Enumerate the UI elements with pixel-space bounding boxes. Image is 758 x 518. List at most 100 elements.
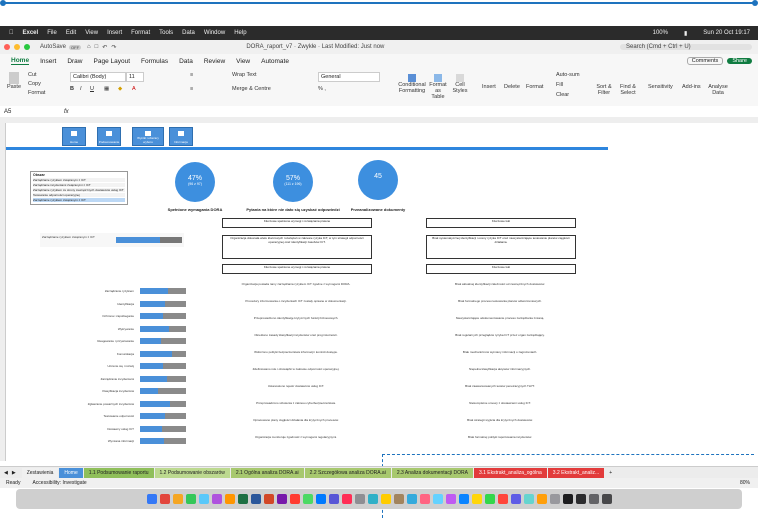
dock-app-icon[interactable] [562, 494, 573, 504]
cell-styles-button[interactable]: Cell Styles [450, 74, 470, 94]
zoom-level[interactable]: 80% [740, 480, 750, 486]
format-cells-button[interactable]: Format [526, 84, 543, 90]
dock-app-icon[interactable] [237, 494, 248, 504]
dock-app-icon[interactable] [601, 494, 612, 504]
tab-formulas[interactable]: Formulas [141, 58, 168, 65]
cut-button[interactable]: Cut [28, 72, 37, 78]
menu-window[interactable]: Window [204, 30, 225, 36]
italic-button[interactable]: I [80, 86, 82, 92]
dock-app-icon[interactable] [315, 494, 326, 504]
font-name-select[interactable]: Calibri (Body) [70, 72, 126, 82]
dock-app-icon[interactable] [276, 494, 287, 504]
dock-app-icon[interactable] [159, 494, 170, 504]
autosave-toggle[interactable]: OFF [69, 44, 82, 50]
autosum-button[interactable]: Auto-sum [556, 72, 580, 78]
fill-color-icon[interactable]: ◆ [118, 86, 122, 92]
percent-icon[interactable]: % , [318, 86, 326, 92]
comments-button[interactable]: Comments [686, 57, 724, 65]
tab-draw[interactable]: Draw [67, 58, 82, 65]
nav-button-summary[interactable]: Podsumowanie [97, 127, 121, 146]
dock-app-icon[interactable] [445, 494, 456, 504]
menu-help[interactable]: Help [234, 30, 246, 36]
wrap-text-button[interactable]: Wrap Text [232, 72, 257, 78]
sheet-tab[interactable]: Home [59, 468, 83, 478]
fx-icon[interactable]: fx [64, 109, 69, 115]
nav-button-results[interactable]: Wyniki i obszary wyboru [132, 127, 164, 146]
dock-app-icon[interactable] [536, 494, 547, 504]
addins-button[interactable]: Add-ins [682, 84, 701, 90]
dock-app-icon[interactable] [458, 494, 469, 504]
menu-data[interactable]: Data [182, 30, 195, 36]
dock-app-icon[interactable] [250, 494, 261, 504]
slicer-item[interactable]: Zarządzanie ryzykiem związanym z ICT [33, 198, 125, 203]
dock-app-icon[interactable] [549, 494, 560, 504]
apple-icon[interactable]:  [9, 30, 14, 36]
sheet-tab[interactable]: 1.2 Podsumowanie obszarów [154, 468, 230, 478]
tab-view[interactable]: View [236, 58, 250, 65]
dock-app-icon[interactable] [406, 494, 417, 504]
dock-app-icon[interactable] [263, 494, 274, 504]
redo-icon[interactable]: ↷ [111, 44, 116, 51]
accessibility-status[interactable]: Accessibility: Investigate [32, 480, 86, 486]
dock-app-icon[interactable] [380, 494, 391, 504]
paste-button[interactable]: Paste [6, 72, 22, 90]
undo-icon[interactable]: ↶ [102, 44, 107, 51]
dock-app-icon[interactable] [354, 494, 365, 504]
dock-app-icon[interactable] [146, 494, 157, 504]
dock-app-icon[interactable] [484, 494, 495, 504]
sheet-tab[interactable]: 3.2 Ekstrakt_analiz... [547, 468, 605, 478]
sheet-tab[interactable]: 2.1 Ogólna analiza DORA.ai [230, 468, 304, 478]
dock-app-icon[interactable] [588, 494, 599, 504]
tab-automate[interactable]: Automate [261, 58, 289, 65]
dock-app-icon[interactable] [432, 494, 443, 504]
sort-filter-button[interactable]: Sort & Filter [594, 84, 614, 96]
font-color-icon[interactable]: A [132, 86, 136, 92]
menu-tools[interactable]: Tools [159, 30, 173, 36]
add-sheet-icon[interactable]: + [609, 470, 612, 476]
dock-app-icon[interactable] [172, 494, 183, 504]
menu-format[interactable]: Format [131, 30, 150, 36]
share-button[interactable]: Share [727, 58, 752, 64]
tab-data[interactable]: Data [179, 58, 193, 65]
app-name[interactable]: Excel [23, 30, 39, 36]
nav-button-info[interactable]: Informacje [169, 127, 193, 146]
sheet-tab[interactable]: 1.1 Podsumowanie raportu [83, 468, 154, 478]
dock-app-icon[interactable] [393, 494, 404, 504]
tab-scroll-right-icon[interactable]: ▶ [12, 470, 16, 476]
cell-reference[interactable]: A5 [4, 109, 34, 115]
tab-review[interactable]: Review [204, 58, 225, 65]
number-format-select[interactable]: General [318, 72, 380, 82]
dock-app-icon[interactable] [289, 494, 300, 504]
search-input[interactable]: Search (Cmd + Ctrl + U) [620, 44, 752, 50]
battery-icon[interactable]: ▮ [684, 30, 687, 37]
borders-icon[interactable]: ▦ [104, 86, 109, 92]
menu-edit[interactable]: Edit [66, 30, 76, 36]
clear-button[interactable]: Clear [556, 92, 569, 98]
copy-button[interactable]: Copy [28, 81, 41, 87]
close-window-icon[interactable] [4, 44, 10, 50]
dock-app-icon[interactable] [471, 494, 482, 504]
dock-app-icon[interactable] [419, 494, 430, 504]
dock-app-icon[interactable] [497, 494, 508, 504]
menu-view[interactable]: View [85, 30, 98, 36]
sensitivity-button[interactable]: Sensitivity [648, 84, 673, 90]
menu-insert[interactable]: Insert [107, 30, 122, 36]
align-left-icon[interactable]: ≡ [190, 86, 193, 92]
delete-cells-button[interactable]: Delete [504, 84, 520, 90]
dock-app-icon[interactable] [341, 494, 352, 504]
save-icon[interactable]: □ [95, 44, 99, 50]
datetime[interactable]: Sun 20 Oct 19:17 [703, 30, 750, 37]
tab-insert[interactable]: Insert [40, 58, 56, 65]
dock-app-icon[interactable] [198, 494, 209, 504]
area-slicer[interactable]: Obszar Zarządzanie ryzykiem związanym z … [30, 171, 128, 205]
find-select-button[interactable]: Find & Select [618, 84, 638, 96]
sheet-tab[interactable]: 3.1 Ekstrakt_analiza_ogólna [473, 468, 547, 478]
nav-button-home[interactable]: Home [62, 127, 86, 146]
sheet-tab[interactable]: 2.2 Szczegółowa analiza DORA.ai [304, 468, 391, 478]
menu-file[interactable]: File [47, 30, 57, 36]
minimize-window-icon[interactable] [14, 44, 20, 50]
dock-app-icon[interactable] [328, 494, 339, 504]
merge-centre-button[interactable]: Merge & Centre [232, 86, 271, 92]
dock-app-icon[interactable] [367, 494, 378, 504]
home-icon[interactable]: ⌂ [87, 44, 91, 50]
